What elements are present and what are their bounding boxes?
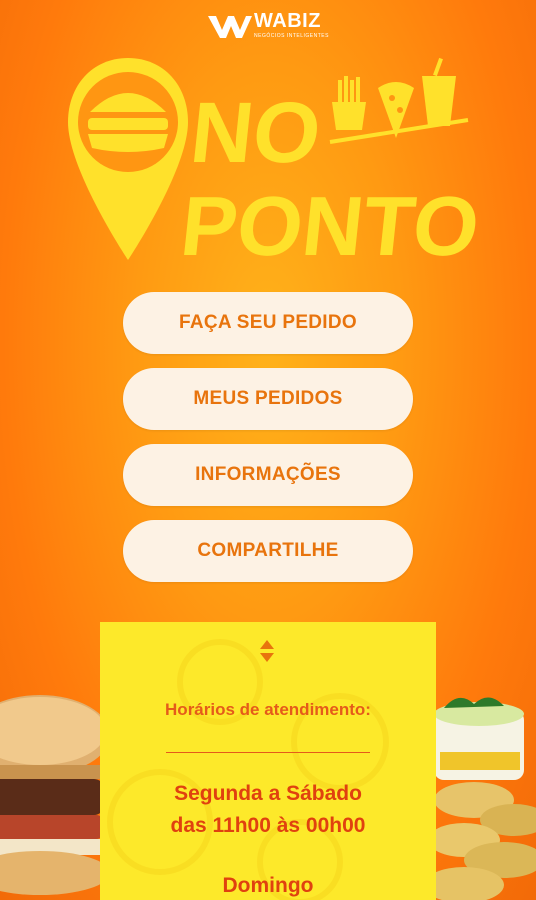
burger-image <box>0 695 104 895</box>
sort-icon[interactable] <box>258 638 276 664</box>
hours-title: Horários de atendimento: <box>165 700 371 719</box>
burger-pin-icon <box>68 58 188 260</box>
hours-time: das 11h00 às 00h00 <box>170 814 366 837</box>
logo-word-ponto: PONTO <box>177 179 480 273</box>
hours-sunday: Domingo <box>222 874 314 897</box>
order-button[interactable]: FAÇA SEU PEDIDO <box>123 292 413 354</box>
hours-divider <box>166 752 370 753</box>
brand-tagline: NEGÓCIOS INTELIGENTES <box>254 33 329 39</box>
hours-days: Segunda a Sábado <box>174 782 362 805</box>
information-button[interactable]: INFORMAÇÕES <box>123 444 413 506</box>
no-ponto-logo: NO PONTO <box>68 57 480 273</box>
my-orders-button[interactable]: MEUS PEDIDOS <box>123 368 413 430</box>
logo-word-no: NO <box>186 85 325 181</box>
drink-icon <box>422 57 456 126</box>
hours-panel: Horários de atendimento: Segunda a Sábad… <box>100 622 436 900</box>
wabiz-brand: WABIZ NEGÓCIOS INTELIGENTES <box>208 10 338 42</box>
wabiz-logo-icon <box>208 16 252 38</box>
fries-icon <box>332 76 366 130</box>
share-button[interactable]: COMPARTILHE <box>123 520 413 582</box>
brand-name: WABIZ <box>254 10 321 32</box>
chips-image <box>434 697 536 900</box>
